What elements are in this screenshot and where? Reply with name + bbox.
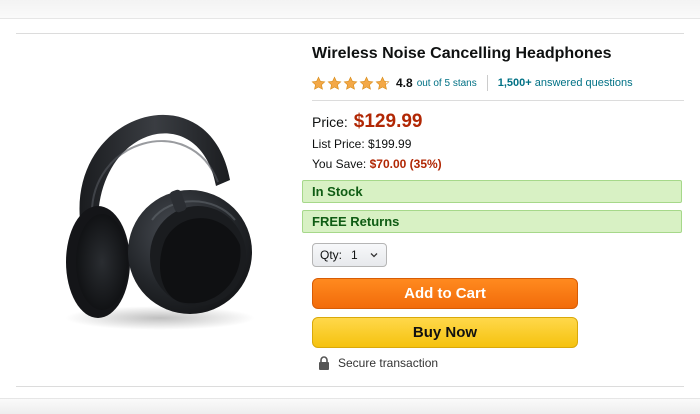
answered-questions-link[interactable]: 1,500+ answered questions [498,77,633,89]
star-half-icon [375,76,390,90]
star-icon [327,76,342,90]
savings-value: $70.00 (35%) [369,157,442,171]
in-stock-badge: In Stock [302,180,682,203]
chevron-down-icon [370,253,378,258]
quantity-select[interactable]: Qty: 1 [312,243,387,267]
top-divider [16,33,684,34]
star-icon [343,76,358,90]
rating-row: 4.8 out of 5 stans 1,500+ answered quest… [311,74,633,92]
rating-value: 4.8 [396,76,413,90]
savings-label: You Save: [312,157,367,171]
secure-transaction-label: Secure transaction [338,356,439,370]
buy-now-button[interactable]: Buy Now [312,317,578,348]
answered-label: answered questions [534,77,633,89]
star-icon [359,76,374,90]
rating-out-of: out of 5 stans [416,77,477,89]
title-divider [312,100,684,101]
product-title: Wireless Noise Cancelling Headphones [312,45,612,62]
price-label: Price: [312,114,348,130]
bottom-divider [16,386,684,387]
add-to-cart-button[interactable]: Add to Cart [312,278,578,309]
list-price-row: List Price: $199.99 [312,137,411,151]
star-rating[interactable] [311,76,391,91]
free-returns-badge: FREE Returns [302,210,682,233]
quantity-value: 1 [351,248,358,262]
rating-separator [486,75,488,91]
price-row: Price: $129.99 [312,111,422,133]
secure-transaction[interactable]: Secure transaction [318,356,438,370]
price-value: $129.99 [353,111,423,132]
savings-row: You Save: $70.00 (35%) [312,157,442,171]
answered-count: 1,500+ [497,77,532,89]
bottom-bar [0,398,700,414]
lock-icon [319,356,329,370]
list-price-label: List Price: [312,137,365,151]
list-price-value: $199.99 [368,137,412,151]
product-image [65,114,255,330]
top-bar [0,0,700,19]
quantity-label: Qty: [320,248,343,262]
star-icon [311,76,326,90]
